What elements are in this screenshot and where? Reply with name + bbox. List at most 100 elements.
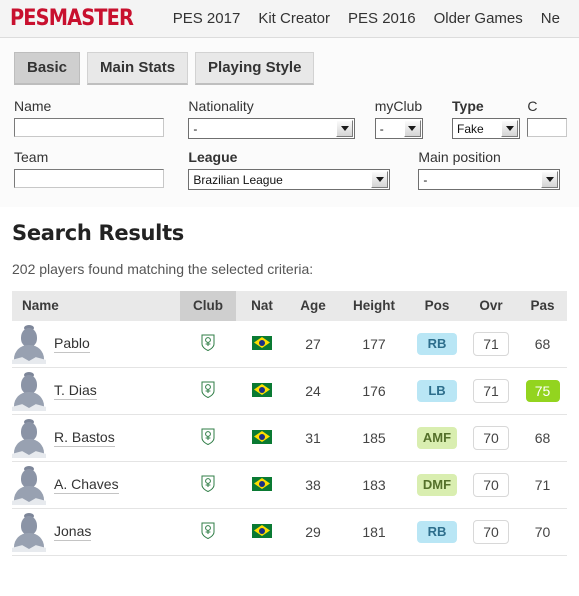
chevron-down-icon bbox=[541, 171, 559, 188]
cell-ovr: 71 bbox=[464, 367, 518, 415]
nationality-select[interactable]: - bbox=[188, 118, 356, 139]
position-badge: RB bbox=[417, 521, 457, 543]
club-crest-icon[interactable] bbox=[201, 428, 215, 445]
player-name-link[interactable]: Pablo bbox=[54, 335, 90, 354]
club-crest-icon[interactable] bbox=[201, 475, 215, 492]
player-name-link[interactable]: R. Bastos bbox=[54, 429, 115, 448]
overall-rating-badge: 70 bbox=[473, 472, 509, 498]
field-type: Type Fake bbox=[452, 99, 527, 139]
column-header-name[interactable]: Name bbox=[12, 291, 180, 321]
type-select[interactable]: Fake bbox=[452, 118, 521, 139]
cell-age: 38 bbox=[288, 461, 338, 509]
cell-club bbox=[180, 414, 236, 462]
nav-link-pes-2016[interactable]: PES 2016 bbox=[339, 0, 425, 37]
overall-rating-badge: 70 bbox=[473, 425, 509, 451]
brazil-flag-icon bbox=[252, 523, 272, 538]
column-header-nat[interactable]: Nat bbox=[236, 291, 288, 321]
cell-pas: 70 bbox=[518, 508, 567, 556]
field-nationality: Nationality - bbox=[188, 99, 374, 139]
team-input[interactable] bbox=[14, 169, 164, 188]
label-main-position: Main position bbox=[418, 149, 501, 165]
filter-row-2: Team League Brazilian League Main positi… bbox=[12, 150, 567, 190]
nav-link-pes-2017[interactable]: PES 2017 bbox=[164, 0, 250, 37]
label-name: Name bbox=[14, 98, 52, 114]
label-league: League bbox=[188, 149, 238, 165]
cell-name: R. Bastos bbox=[12, 414, 180, 462]
column-header-club[interactable]: Club bbox=[180, 291, 236, 321]
cell-nat bbox=[236, 508, 288, 556]
nav-link-older-games[interactable]: Older Games bbox=[425, 0, 532, 37]
cell-age: 31 bbox=[288, 414, 338, 462]
cell-height: 177 bbox=[338, 321, 410, 368]
column-header-ovr[interactable]: Ovr bbox=[464, 291, 518, 321]
site-logo[interactable]: PESMASTER bbox=[10, 7, 134, 30]
filter-row-1: Name Nationality - myClub - Type Fake C bbox=[12, 99, 567, 139]
cell-pos: AMF bbox=[410, 414, 464, 462]
name-input[interactable] bbox=[14, 118, 164, 137]
main-position-select[interactable]: - bbox=[418, 169, 561, 190]
cut-off-input[interactable] bbox=[527, 118, 567, 137]
field-team: Team bbox=[14, 150, 188, 188]
type-select-value: Fake bbox=[457, 121, 484, 136]
player-avatar-icon bbox=[12, 465, 46, 505]
overall-rating-badge: 70 bbox=[473, 519, 509, 545]
cell-name: Jonas bbox=[12, 508, 180, 556]
passing-rating-value: 71 bbox=[534, 477, 551, 493]
cell-name: A. Chaves bbox=[12, 461, 180, 509]
cell-pos: RB bbox=[410, 321, 464, 368]
label-team: Team bbox=[14, 149, 49, 165]
player-name-link[interactable]: Jonas bbox=[54, 523, 92, 542]
cell-club bbox=[180, 461, 236, 509]
overall-rating-badge: 71 bbox=[473, 378, 509, 404]
player-name-link[interactable]: T. Dias bbox=[54, 382, 97, 401]
top-navigation-bar: PESMASTER PES 2017 Kit Creator PES 2016 … bbox=[0, 0, 579, 38]
nav-link-news[interactable]: Ne bbox=[532, 0, 569, 37]
brazil-flag-icon bbox=[252, 382, 272, 397]
table-row[interactable]: T. Dias 24 176 LB 71 75 bbox=[12, 367, 567, 415]
field-league: League Brazilian League bbox=[188, 150, 418, 190]
table-row[interactable]: Jonas 29 181 RB 70 70 bbox=[12, 508, 567, 556]
field-cut-off: C bbox=[527, 99, 567, 137]
passing-rating-value: 68 bbox=[534, 336, 551, 352]
cell-pas: 68 bbox=[518, 414, 567, 462]
tab-playing-style[interactable]: Playing Style bbox=[195, 52, 315, 85]
club-crest-icon[interactable] bbox=[201, 381, 215, 398]
passing-rating-value: 70 bbox=[534, 524, 551, 540]
position-badge: RB bbox=[417, 333, 457, 355]
label-type: Type bbox=[452, 98, 484, 114]
cell-age: 24 bbox=[288, 367, 338, 415]
column-header-pas[interactable]: Pas bbox=[518, 291, 567, 321]
league-select-value: Brazilian League bbox=[193, 172, 283, 187]
cell-club bbox=[180, 367, 236, 415]
column-header-age[interactable]: Age bbox=[288, 291, 338, 321]
position-badge: AMF bbox=[416, 427, 458, 449]
tab-main-stats[interactable]: Main Stats bbox=[87, 52, 189, 85]
cell-nat bbox=[236, 321, 288, 368]
table-row[interactable]: A. Chaves 38 183 DMF 70 71 bbox=[12, 461, 567, 509]
player-name-link[interactable]: A. Chaves bbox=[54, 476, 119, 495]
nav-link-kit-creator[interactable]: Kit Creator bbox=[249, 0, 339, 37]
player-avatar-icon bbox=[12, 371, 46, 411]
column-header-pos[interactable]: Pos bbox=[410, 291, 464, 321]
cell-name: T. Dias bbox=[12, 367, 180, 415]
cell-age: 29 bbox=[288, 508, 338, 556]
myclub-select[interactable]: - bbox=[374, 118, 423, 139]
position-badge: DMF bbox=[416, 474, 458, 496]
table-row[interactable]: Pablo 27 177 RB 71 68 bbox=[12, 321, 567, 368]
chevron-down-icon bbox=[501, 120, 519, 137]
overall-rating-badge: 71 bbox=[473, 331, 509, 357]
cell-nat bbox=[236, 461, 288, 509]
results-count: 202 players found matching the selected … bbox=[12, 261, 314, 277]
club-crest-icon[interactable] bbox=[201, 522, 215, 539]
brazil-flag-icon bbox=[252, 335, 272, 350]
table-row[interactable]: R. Bastos 31 185 AMF 70 68 bbox=[12, 414, 567, 462]
tab-basic[interactable]: Basic bbox=[14, 52, 81, 85]
passing-rating-value: 68 bbox=[534, 430, 551, 446]
cell-height: 176 bbox=[338, 367, 410, 415]
column-header-height[interactable]: Height bbox=[338, 291, 410, 321]
league-select[interactable]: Brazilian League bbox=[188, 169, 391, 190]
main-position-select-value: - bbox=[423, 172, 428, 187]
label-nationality: Nationality bbox=[188, 98, 254, 114]
chevron-down-icon bbox=[336, 120, 354, 137]
club-crest-icon[interactable] bbox=[201, 334, 215, 351]
